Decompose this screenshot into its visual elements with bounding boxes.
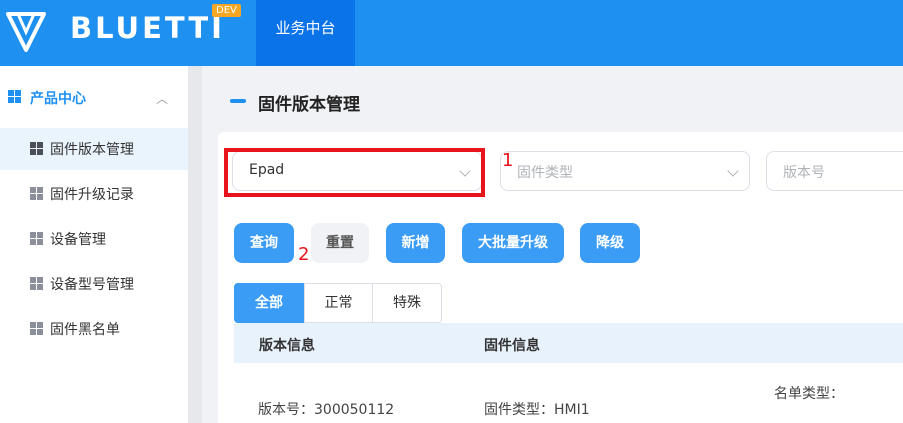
sidebar-item-firmware-blacklist[interactable]: 固件黑名单 bbox=[0, 308, 188, 350]
cell-list-type: 名单类型： bbox=[774, 386, 844, 402]
grid-icon bbox=[30, 322, 43, 335]
cell-version-number: 版本号：300050112 bbox=[258, 402, 395, 418]
env-badge: DEV bbox=[212, 4, 241, 17]
bulk-upgrade-button[interactable]: 大批量升级 bbox=[462, 223, 564, 263]
brand-name: BLUETTI bbox=[70, 11, 225, 45]
column-header-version-info: 版本信息 bbox=[259, 338, 315, 354]
sidebar-item-label: 设备型号管理 bbox=[50, 277, 134, 293]
chevron-down-icon bbox=[727, 165, 739, 177]
grid-icon bbox=[30, 187, 43, 200]
sidebar: 产品中心 ︿ 固件版本管理 固件升级记录 设备管理 设备型号管理 固件黑名单 bbox=[0, 66, 188, 423]
tab-all[interactable]: 全部 bbox=[234, 283, 304, 323]
nav-business-platform[interactable]: 业务中台 bbox=[256, 0, 355, 66]
downgrade-button[interactable]: 降级 bbox=[580, 223, 640, 263]
sidebar-scrollbar[interactable] bbox=[188, 66, 202, 423]
sidebar-group-product-center[interactable]: 产品中心 ︿ bbox=[8, 88, 178, 108]
grid-icon bbox=[30, 277, 43, 290]
annotation-1: 1 bbox=[502, 150, 514, 171]
top-header: BLUETTI DEV 业务中台 bbox=[0, 0, 903, 66]
add-button[interactable]: 新增 bbox=[386, 223, 445, 263]
sidebar-group-label: 产品中心 bbox=[30, 91, 86, 107]
version-input[interactable]: 版本号 bbox=[766, 151, 903, 191]
grid-icon bbox=[30, 142, 43, 155]
tab-special[interactable]: 特殊 bbox=[372, 283, 442, 323]
chevron-up-icon[interactable]: ︿ bbox=[156, 90, 168, 107]
query-button[interactable]: 查询 bbox=[234, 223, 294, 263]
sidebar-item-label: 固件版本管理 bbox=[50, 142, 134, 158]
column-header-firmware-info: 固件信息 bbox=[484, 338, 540, 354]
sidebar-item-label: 设备管理 bbox=[50, 232, 106, 248]
version-placeholder: 版本号 bbox=[783, 165, 825, 181]
grid-icon bbox=[8, 90, 21, 103]
firmware-type-select[interactable]: 固件类型 bbox=[500, 151, 750, 191]
grid-icon bbox=[30, 232, 43, 245]
sidebar-item-label: 固件升级记录 bbox=[50, 187, 134, 203]
sidebar-item-device-management[interactable]: 设备管理 bbox=[0, 218, 188, 260]
bluetti-logo-icon bbox=[6, 12, 46, 52]
tab-normal[interactable]: 正常 bbox=[304, 283, 373, 323]
page-title: 固件版本管理 bbox=[258, 95, 360, 115]
title-accent-bar bbox=[230, 99, 246, 103]
sidebar-item-upgrade-records[interactable]: 固件升级记录 bbox=[0, 173, 188, 215]
sidebar-item-device-model[interactable]: 设备型号管理 bbox=[0, 263, 188, 305]
reset-button[interactable]: 重置 bbox=[311, 223, 369, 263]
firmware-type-placeholder: 固件类型 bbox=[517, 165, 573, 181]
cell-firmware-type: 固件类型：HMI1 bbox=[484, 402, 590, 418]
table-header: 版本信息 固件信息 bbox=[234, 323, 903, 363]
annotation-2: 2 bbox=[298, 244, 310, 265]
sidebar-item-firmware-version[interactable]: 固件版本管理 bbox=[0, 128, 188, 170]
highlight-box bbox=[224, 148, 485, 197]
sidebar-item-label: 固件黑名单 bbox=[50, 322, 120, 338]
